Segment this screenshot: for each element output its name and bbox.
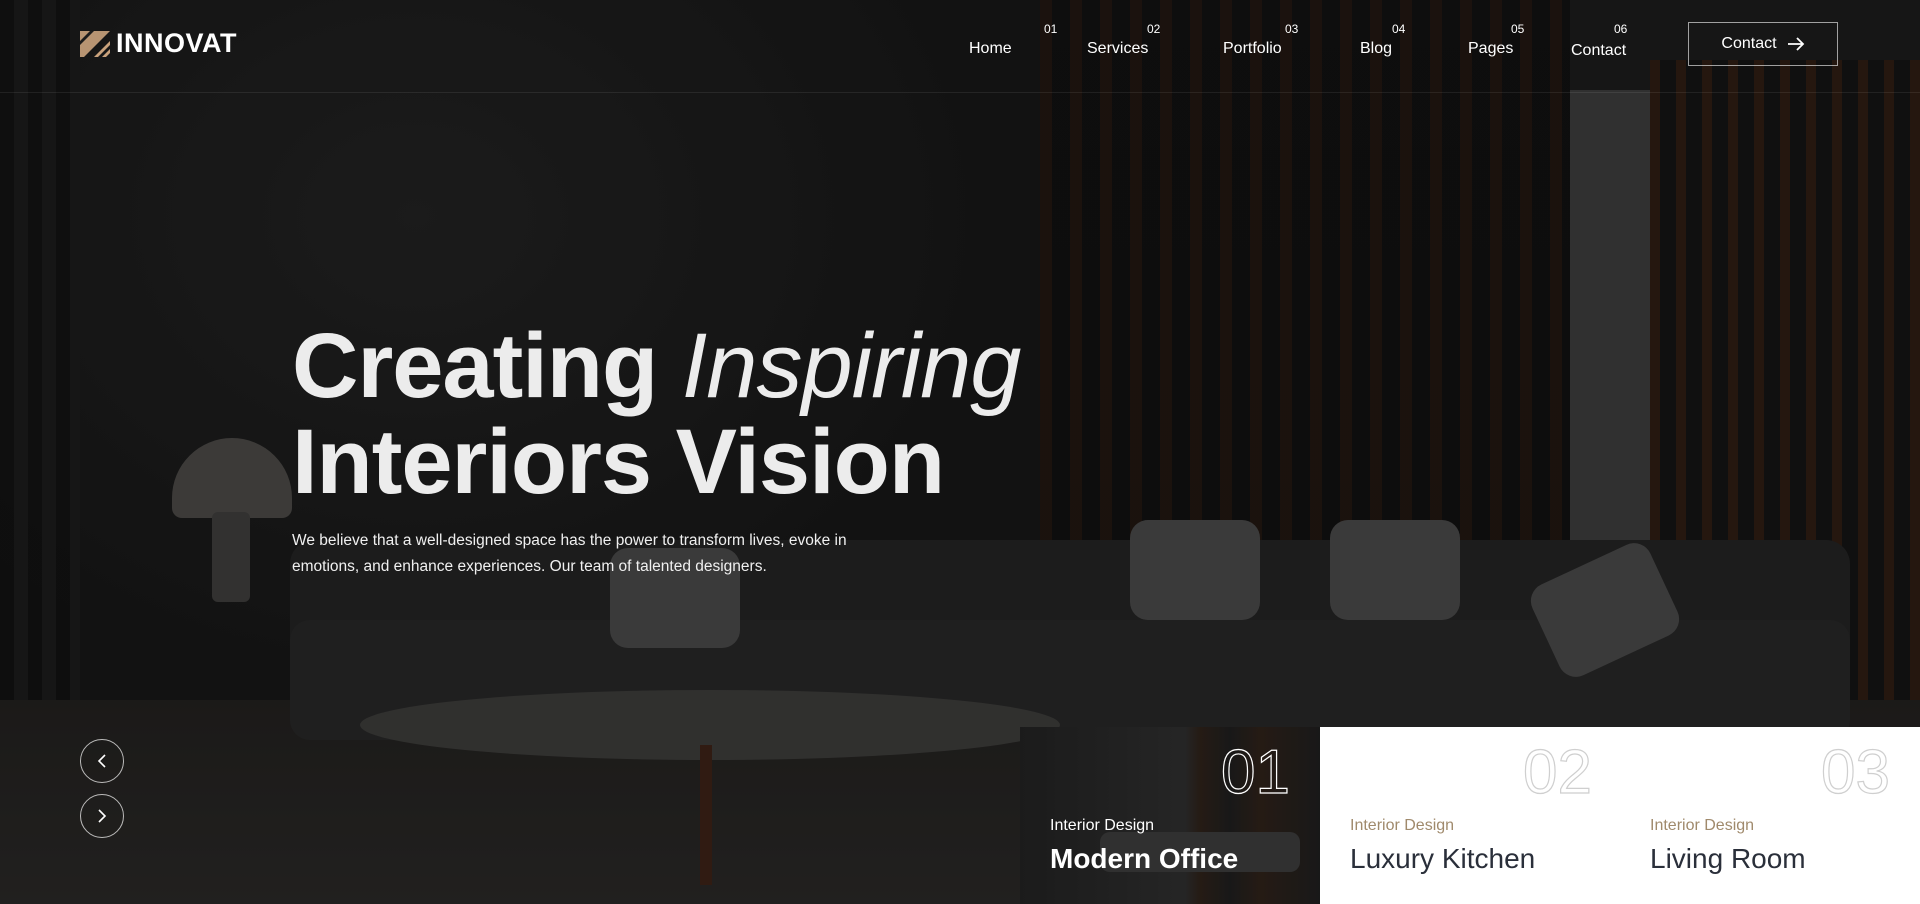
card-title: Modern Office	[1050, 843, 1239, 874]
nav-item-portfolio[interactable]: 03 Portfolio	[1223, 20, 1313, 70]
nav-item-home[interactable]: 01 Home	[969, 20, 1057, 70]
nav-item-pages[interactable]: 05 Pages	[1468, 20, 1538, 70]
contact-button-label: Contact	[1721, 35, 1777, 52]
project-card-living-room[interactable]: 03 Interior Design Living Room	[1620, 727, 1920, 904]
card-number: 02	[1522, 738, 1592, 807]
nav-number: 05	[1511, 22, 1525, 36]
slider-next-button[interactable]	[80, 794, 124, 838]
nav-label: Contact	[1571, 42, 1627, 59]
nav-number: 03	[1285, 22, 1299, 36]
card-number: 03	[1820, 738, 1890, 807]
nav-label: Portfolio	[1223, 40, 1282, 57]
card-title: Luxury Kitchen	[1350, 843, 1536, 874]
brand-name: INNOVAT	[116, 28, 237, 58]
arrow-right-icon	[1787, 37, 1804, 51]
card-number: 01	[1220, 738, 1290, 807]
hero-title: Creating Inspiring Interiors Vision	[292, 315, 1022, 513]
nav-item-contact[interactable]: 06 Contact	[1571, 20, 1641, 70]
nav-label: Blog	[1360, 40, 1393, 57]
brand-logo[interactable]: INNOVAT	[80, 28, 237, 59]
site-header: INNOVAT 01 Home 02 Services 03 Portfolio…	[0, 0, 1920, 93]
nav-number: 06	[1614, 22, 1628, 36]
hero-title-word-2: Inspiring	[681, 315, 1022, 417]
nav-label: Services	[1087, 40, 1149, 57]
nav-label: Pages	[1468, 40, 1514, 57]
nav-item-services[interactable]: 02 Services	[1087, 20, 1177, 70]
nav-number: 02	[1147, 22, 1161, 36]
project-card-modern-office[interactable]: 01 Interior Design Modern Office	[1020, 727, 1320, 904]
chevron-right-icon	[98, 809, 107, 823]
hero-title-word-1: Creating	[292, 315, 658, 417]
hero-title-line-2: Interiors Vision	[292, 411, 945, 513]
card-category: Interior Design	[1350, 817, 1455, 834]
slider-prev-button[interactable]	[80, 739, 124, 783]
card-title: Living Room	[1650, 843, 1806, 874]
hero-description: We believe that a well-designed space ha…	[292, 532, 847, 575]
card-category: Interior Design	[1050, 817, 1155, 834]
nav-number: 01	[1044, 22, 1058, 36]
chevron-left-icon	[97, 754, 106, 768]
nav-number: 04	[1392, 22, 1406, 36]
diagonal-stripes-logo-icon	[80, 30, 110, 57]
project-card-luxury-kitchen[interactable]: 02 Interior Design Luxury Kitchen	[1320, 727, 1620, 904]
nav-item-blog[interactable]: 04 Blog	[1360, 20, 1420, 70]
card-category: Interior Design	[1650, 817, 1755, 834]
nav-label: Home	[969, 40, 1012, 57]
contact-button[interactable]: Contact	[1688, 22, 1838, 66]
